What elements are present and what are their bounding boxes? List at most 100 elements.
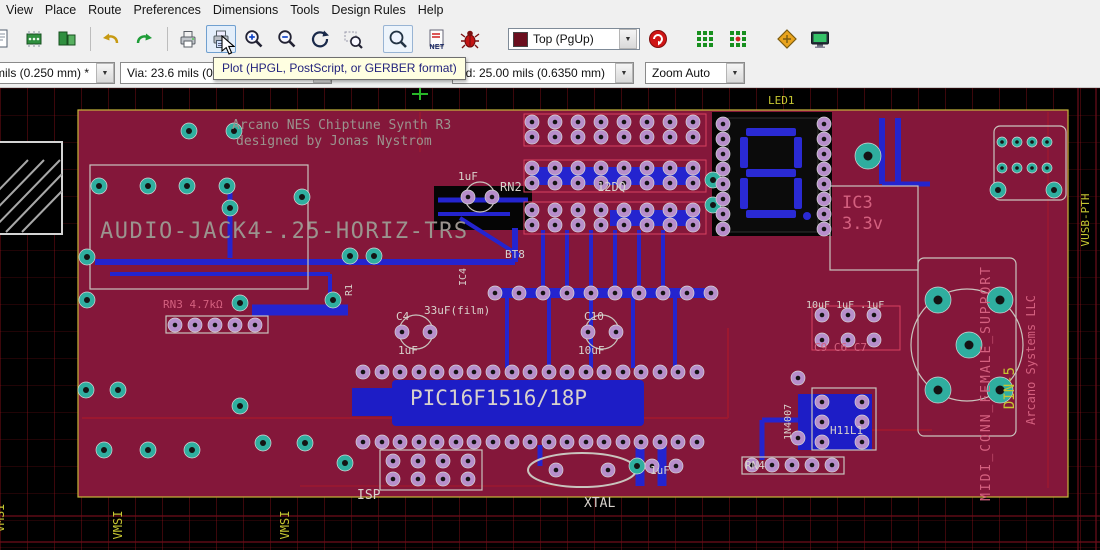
autoroute-mode-button[interactable] (772, 25, 802, 53)
menu-preferences[interactable]: Preferences (128, 3, 207, 17)
pad (815, 415, 829, 429)
undo-button[interactable] (96, 25, 126, 53)
pad (486, 365, 500, 379)
zoom-select[interactable]: Zoom Auto ▼ (645, 62, 745, 84)
pad (411, 472, 425, 486)
pad (817, 177, 831, 191)
pad (110, 382, 126, 398)
layer-color-swatch (513, 32, 528, 47)
pad (686, 115, 700, 129)
pad (505, 435, 519, 449)
pad (997, 137, 1007, 147)
pad (411, 454, 425, 468)
pad (581, 325, 595, 339)
find-icon (387, 28, 409, 50)
pad (640, 218, 654, 232)
pad (512, 286, 526, 300)
pad (855, 143, 881, 169)
pad (232, 295, 248, 311)
show-grid-button[interactable] (723, 25, 753, 53)
pad (549, 463, 563, 477)
pad (467, 365, 481, 379)
pcb-label: BT8 (505, 248, 525, 261)
zoom-selection-button[interactable] (338, 25, 368, 53)
pad (430, 365, 444, 379)
menu-view[interactable]: View (0, 3, 39, 17)
pad (1012, 137, 1022, 147)
menu-help[interactable]: Help (412, 3, 450, 17)
layer-select[interactable]: Top (PgUp) ▼ (508, 28, 640, 50)
pad (817, 147, 831, 161)
mouse-cursor (221, 35, 235, 55)
pad (560, 435, 574, 449)
pcb-label: designed by Jonas Nystrom (236, 134, 432, 149)
pad (817, 162, 831, 176)
pad (716, 222, 730, 236)
pad (91, 178, 107, 194)
pad (548, 218, 562, 232)
pad (617, 203, 631, 217)
grid-size-select[interactable]: rid: 25.00 mils (0.6350 mm) ▼ (452, 62, 634, 84)
pcb-canvas[interactable]: Arcano NES Chiptune Synth R3designed by … (0, 88, 1100, 550)
layers-manager-button[interactable] (643, 25, 673, 53)
pad (548, 130, 562, 144)
pcb-label: Arcano NES Chiptune Synth R3 (232, 118, 451, 133)
pad (584, 286, 598, 300)
pad (616, 365, 630, 379)
pad (188, 318, 202, 332)
pad (375, 365, 389, 379)
pad (640, 203, 654, 217)
menu-dimensions[interactable]: Dimensions (207, 3, 284, 17)
pad (815, 395, 829, 409)
redraw-button[interactable] (305, 25, 335, 53)
show-pads-button[interactable] (690, 25, 720, 53)
pad (525, 115, 539, 129)
netlist-button[interactable]: NET (422, 25, 452, 53)
pcb-label: 1uF (650, 464, 670, 477)
pad (629, 458, 645, 474)
pcb-label: IC3 (842, 193, 873, 213)
pad (663, 176, 677, 190)
options-bar: mils (0.250 mm) * ▼ Via: 23.6 mils (0.60… (0, 59, 1100, 88)
pad (542, 365, 556, 379)
pad (356, 435, 370, 449)
track-width-select[interactable]: mils (0.250 mm) * ▼ (0, 62, 115, 84)
module-editor-button[interactable] (19, 25, 49, 53)
pad (686, 176, 700, 190)
pad (386, 472, 400, 486)
pad (617, 115, 631, 129)
menu-route[interactable]: Route (82, 3, 127, 17)
pad (671, 435, 685, 449)
find-button[interactable] (383, 25, 413, 53)
menu-tools[interactable]: Tools (284, 3, 325, 17)
pad (560, 365, 574, 379)
library-editor-button[interactable] (52, 25, 82, 53)
pad (423, 325, 437, 339)
module-editor-icon (23, 28, 45, 50)
pad (168, 318, 182, 332)
pad (817, 192, 831, 206)
pad (525, 218, 539, 232)
redo-button[interactable] (129, 25, 159, 53)
chevron-down-icon: ▼ (615, 63, 633, 83)
pad (640, 115, 654, 129)
pad (467, 435, 481, 449)
pad (1042, 163, 1052, 173)
3d-viewer-button[interactable] (805, 25, 835, 53)
pcb-label: 33uF(film) (424, 304, 490, 317)
menu-place[interactable]: Place (39, 3, 82, 17)
menu-design-rules[interactable]: Design Rules (325, 3, 411, 17)
pad (686, 218, 700, 232)
zoom-in-button[interactable] (239, 25, 269, 53)
print-button[interactable] (173, 25, 203, 53)
pad (579, 365, 593, 379)
pad (1046, 182, 1062, 198)
zoom-out-button[interactable] (272, 25, 302, 53)
pad (594, 115, 608, 129)
ratsnest-button[interactable] (455, 25, 485, 53)
pad (523, 365, 537, 379)
pad (461, 190, 475, 204)
pad (817, 117, 831, 131)
pad (219, 178, 235, 194)
page-settings-button[interactable] (0, 25, 16, 53)
